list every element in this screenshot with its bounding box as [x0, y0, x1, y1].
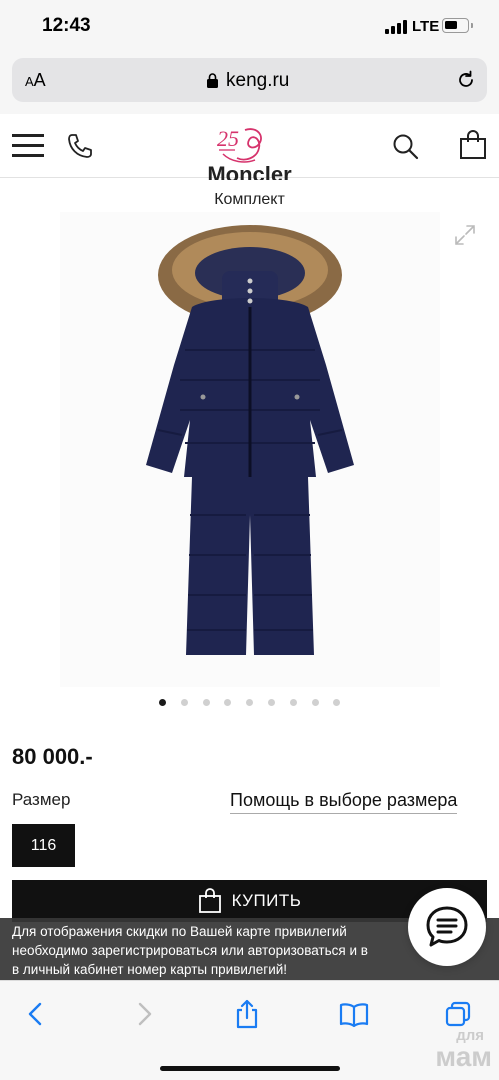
watermark-bottom: мам: [435, 1041, 492, 1072]
watermark: для мам: [412, 1028, 492, 1076]
search-icon[interactable]: [392, 133, 420, 161]
menu-icon[interactable]: [12, 132, 44, 158]
pagination-dot[interactable]: [224, 699, 232, 706]
battery-icon: [442, 18, 473, 33]
image-pagination: [0, 699, 499, 709]
buy-button-label: КУПИТЬ: [231, 891, 302, 910]
signal-icon: [385, 20, 409, 34]
pagination-dot[interactable]: [311, 699, 319, 706]
pagination-dot[interactable]: [289, 699, 297, 706]
product-image: [146, 225, 354, 655]
status-bar: 12:43 LTE: [0, 0, 499, 54]
expand-icon[interactable]: [454, 224, 476, 246]
size-label: Размер: [12, 790, 71, 809]
pagination-dot[interactable]: [180, 699, 188, 706]
network-label: LTE: [412, 18, 440, 35]
size-option[interactable]: 116: [12, 824, 75, 867]
phone-icon[interactable]: [66, 132, 94, 160]
back-icon[interactable]: [22, 999, 50, 1029]
pagination-dot[interactable]: [159, 699, 166, 706]
browser-address-area: AA keng.ru: [0, 54, 499, 114]
pagination-dot[interactable]: [268, 699, 275, 706]
lock-icon: [207, 73, 218, 88]
product-type: Комплект: [214, 191, 285, 208]
share-icon[interactable]: [233, 999, 261, 1029]
chat-button[interactable]: [408, 888, 486, 966]
pagination-dot[interactable]: [202, 699, 210, 706]
svg-text:25: 25: [217, 126, 239, 151]
product-price: 80 000.-: [12, 744, 93, 769]
url-text: keng.ru: [226, 70, 290, 91]
status-time: 12:43: [42, 15, 91, 36]
product-brand: Moncler: [207, 162, 292, 180]
reload-icon[interactable]: [456, 70, 476, 90]
shopping-bag-icon: [198, 888, 221, 913]
address-bar[interactable]: AA keng.ru: [12, 58, 487, 102]
chat-icon: [426, 906, 468, 947]
tabs-icon[interactable]: [444, 999, 472, 1029]
text-size-button[interactable]: AA: [25, 70, 46, 91]
pagination-dot[interactable]: [246, 699, 254, 706]
bookmarks-icon[interactable]: [338, 999, 370, 1029]
shopping-bag-icon[interactable]: [458, 130, 488, 160]
home-indicator: [160, 1066, 340, 1071]
size-help-link[interactable]: Помощь в выборе размера: [230, 790, 458, 814]
banner-line: в личный кабинет номер карты привилегий!: [12, 962, 288, 977]
forward-icon[interactable]: [130, 999, 158, 1029]
pagination-dot[interactable]: [333, 699, 341, 706]
